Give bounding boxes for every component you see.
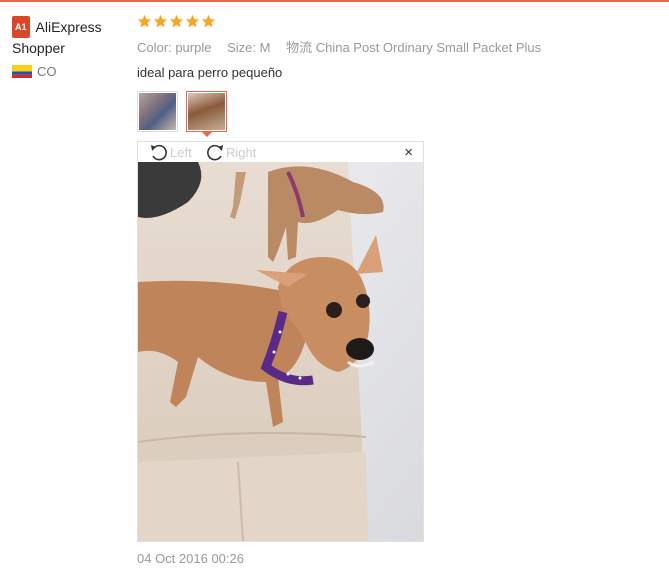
rotate-left-icon xyxy=(151,144,167,161)
star-icon xyxy=(153,14,168,28)
review-date: 04 Oct 2016 00:26 xyxy=(137,551,244,566)
thumbnail-image xyxy=(139,93,176,130)
thumbnail-image xyxy=(188,93,225,130)
rotate-left-button[interactable]: Left xyxy=(148,142,192,162)
color-label: Color: xyxy=(137,40,172,55)
image-viewer: Left Right × xyxy=(137,141,424,542)
product-attributes: Color: purple Size: M 物流 China Post Ordi… xyxy=(137,37,657,56)
colombia-flag-icon xyxy=(12,65,32,78)
review-thumbnails xyxy=(137,91,227,132)
reviewer-name-row: A1 AliExpress Shopper xyxy=(12,16,132,58)
rotate-right-button[interactable]: Right xyxy=(204,142,256,162)
size-label: Size: xyxy=(227,40,256,55)
shipping-value: China Post Ordinary Small Packet Plus xyxy=(315,40,542,55)
dogs-on-sofa-photo xyxy=(138,162,423,541)
selected-thumbnail-pointer xyxy=(201,131,213,137)
rotate-right-label: Right xyxy=(226,144,257,160)
top-divider xyxy=(0,0,669,2)
close-viewer-button[interactable]: × xyxy=(404,144,413,161)
star-icon xyxy=(201,14,216,28)
reviewer-info: A1 AliExpress Shopper CO xyxy=(12,16,132,79)
review-text: ideal para perro pequeño xyxy=(137,65,283,80)
reviewer-level-badge: A1 xyxy=(12,16,30,38)
reviewer-country: CO xyxy=(12,64,132,79)
star-icon xyxy=(137,14,152,28)
star-icon xyxy=(169,14,184,28)
viewer-toolbar: Left Right × xyxy=(138,142,423,162)
country-code: CO xyxy=(37,64,57,79)
star-rating xyxy=(137,14,657,29)
rotate-left-label: Left xyxy=(170,144,192,160)
star-icon xyxy=(185,14,200,28)
feedback-content: Color: purple Size: M 物流 China Post Ordi… xyxy=(137,14,657,80)
color-value: purple xyxy=(175,40,212,55)
rotate-right-icon xyxy=(207,144,223,161)
size-value: M xyxy=(259,40,271,55)
review-thumbnail[interactable] xyxy=(137,91,178,132)
shipping-label: 物流 xyxy=(286,40,313,55)
review-photo xyxy=(138,162,423,541)
review-thumbnail-selected[interactable] xyxy=(186,91,227,132)
